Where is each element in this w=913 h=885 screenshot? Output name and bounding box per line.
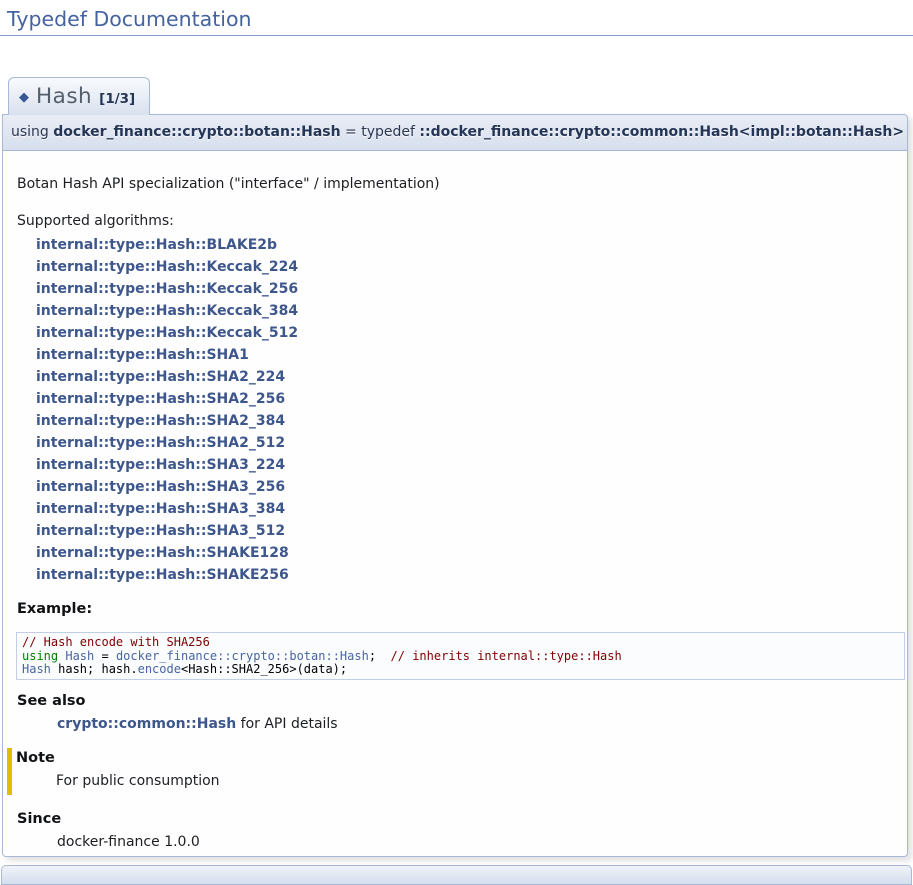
list-item: internal::type::Hash::Keccak_512 [17, 322, 893, 344]
list-item: internal::type::Hash::BLAKE2b [17, 234, 893, 256]
code-keyword: using [22, 649, 65, 663]
member-documentation: Botan Hash API specialization ("interfac… [2, 151, 908, 857]
code-link[interactable]: Hash [22, 662, 51, 676]
example-section: Example: [17, 601, 893, 618]
member-item: using docker_finance::crypto::botan::Has… [2, 114, 908, 857]
algorithm-link[interactable]: internal::type::Hash::SHA2_224 [36, 369, 285, 385]
code-line: using Hash = docker_finance::crypto::bot… [22, 650, 899, 664]
list-item: internal::type::Hash::SHA2_256 [17, 388, 893, 410]
algorithm-link[interactable]: internal::type::Hash::SHA3_224 [36, 457, 285, 473]
code-comment: // Hash encode with SHA256 [22, 635, 210, 649]
code-comment: // inherits internal::type::Hash [391, 649, 622, 663]
algorithm-link[interactable]: internal::type::Hash::BLAKE2b [36, 237, 277, 253]
example-label: Example: [17, 601, 893, 618]
proto-type: ::docker_finance::crypto::common::Hash<i… [419, 124, 904, 140]
see-also-suffix: for API details [236, 716, 337, 732]
list-item: internal::type::Hash::SHA3_512 [17, 520, 893, 542]
see-also-section: See also crypto::common::Hash for API de… [17, 693, 893, 732]
algorithm-link[interactable]: internal::type::Hash::Keccak_384 [36, 303, 298, 319]
see-also-content: crypto::common::Hash for API details [57, 716, 893, 732]
member-name: Hash [36, 84, 92, 109]
algorithm-link[interactable]: internal::type::Hash::Keccak_512 [36, 325, 298, 341]
algorithm-link[interactable]: internal::type::Hash::Keccak_256 [36, 281, 298, 297]
algorithm-link[interactable]: internal::type::Hash::SHA3_512 [36, 523, 285, 539]
note-label: Note [16, 750, 893, 767]
code-link[interactable]: Hash [65, 649, 94, 663]
algorithm-link[interactable]: internal::type::Hash::SHA3_384 [36, 501, 285, 517]
proto-name: docker_finance::crypto::botan::Hash [53, 124, 340, 140]
since-label: Since [17, 811, 893, 828]
list-item: internal::type::Hash::SHA3_256 [17, 476, 893, 498]
since-section: Since docker-finance 1.0.0 [17, 811, 893, 850]
see-also-label: See also [17, 693, 893, 710]
algorithm-link[interactable]: internal::type::Hash::SHA2_256 [36, 391, 285, 407]
list-item: internal::type::Hash::SHAKE256 [17, 564, 893, 586]
list-item: internal::type::Hash::SHA2_224 [17, 366, 893, 388]
member-description: Botan Hash API specialization ("interfac… [17, 176, 893, 192]
algorithm-link[interactable]: internal::type::Hash::SHAKE128 [36, 545, 289, 561]
code-text: <Hash::SHA2_256>(data); [181, 662, 347, 676]
list-item: internal::type::Hash::SHA2_512 [17, 432, 893, 454]
code-text: hash; hash. [51, 662, 138, 676]
next-member-header-partial [1, 865, 912, 885]
proto-keyword: using [11, 124, 53, 140]
algorithm-link[interactable]: internal::type::Hash::SHA3_256 [36, 479, 285, 495]
code-text: = [94, 649, 116, 663]
member-overload-index: [1/3] [99, 91, 135, 107]
page-title: Typedef Documentation [0, 0, 913, 36]
algorithm-link[interactable]: internal::type::Hash::Keccak_224 [36, 259, 298, 275]
algorithm-link[interactable]: internal::type::Hash::SHAKE256 [36, 567, 289, 583]
proto-equals: = typedef [341, 124, 420, 140]
code-line: // Hash encode with SHA256 [22, 636, 899, 650]
algorithm-link[interactable]: internal::type::Hash::SHA2_512 [36, 435, 285, 451]
member-prototype: using docker_finance::crypto::botan::Has… [2, 114, 908, 151]
list-item: internal::type::Hash::SHAKE128 [17, 542, 893, 564]
list-item: internal::type::Hash::Keccak_256 [17, 278, 893, 300]
list-item: internal::type::Hash::SHA3_224 [17, 454, 893, 476]
permalink-diamond-icon[interactable]: ◆ [19, 90, 29, 105]
supported-algorithms-label: Supported algorithms: [17, 213, 893, 229]
since-text: docker-finance 1.0.0 [57, 834, 893, 850]
note-section: Note For public consumption [7, 748, 893, 795]
code-link[interactable]: docker_finance::crypto::botan::Hash [116, 649, 369, 663]
algorithm-link[interactable]: internal::type::Hash::SHA2_384 [36, 413, 285, 429]
list-item: internal::type::Hash::SHA3_384 [17, 498, 893, 520]
code-text: ; [369, 649, 391, 663]
see-also-link[interactable]: crypto::common::Hash [57, 716, 236, 732]
code-line: Hash hash; hash.encode<Hash::SHA2_256>(d… [22, 663, 899, 677]
member-tab: ◆ Hash [1/3] [8, 77, 150, 115]
algorithm-list: internal::type::Hash::BLAKE2b internal::… [17, 234, 893, 586]
code-link[interactable]: encode [138, 662, 181, 676]
algorithm-link[interactable]: internal::type::Hash::SHA1 [36, 347, 249, 363]
list-item: internal::type::Hash::SHA2_384 [17, 410, 893, 432]
code-fragment: // Hash encode with SHA256 using Hash = … [16, 632, 905, 680]
list-item: internal::type::Hash::Keccak_224 [17, 256, 893, 278]
note-text: For public consumption [56, 773, 893, 789]
list-item: internal::type::Hash::Keccak_384 [17, 300, 893, 322]
list-item: internal::type::Hash::SHA1 [17, 344, 893, 366]
